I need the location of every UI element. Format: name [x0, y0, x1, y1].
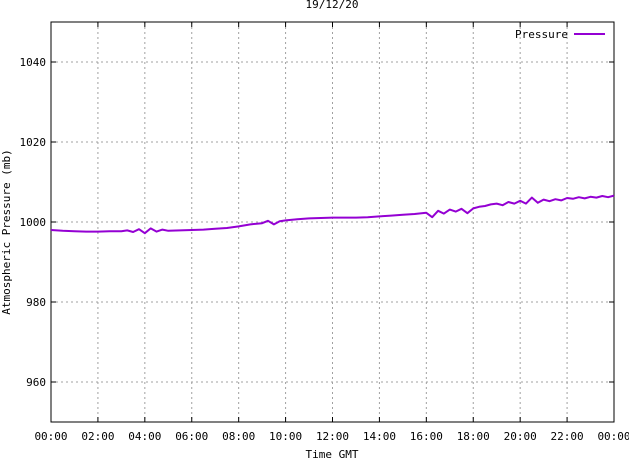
x-tick-label: 06:00	[175, 430, 208, 443]
legend-label: Pressure	[515, 28, 568, 41]
y-tick-label: 980	[26, 296, 46, 309]
x-axis-label: Time GMT	[306, 448, 359, 459]
x-tick-label: 22:00	[551, 430, 584, 443]
x-tick-label: 20:00	[504, 430, 537, 443]
y-axis-label: Atmospheric Pressure (mb)	[0, 149, 13, 315]
x-tick-label: 18:00	[457, 430, 490, 443]
chart-title: 19/12/20	[306, 0, 359, 11]
x-tick-label: 14:00	[363, 430, 396, 443]
pressure-chart: 00:00 02:00 04:00 06:00 08:00 10:00 12:00 14:00…	[0, 0, 629, 459]
x-tick-label: 12:00	[316, 430, 349, 443]
x-tick-label: 16:00	[410, 430, 443, 443]
x-tick-label: 02:00	[81, 430, 114, 443]
x-tick-label: 00:00	[34, 430, 67, 443]
y-tick-label: 1000	[20, 216, 47, 229]
x-tick-label: 08:00	[222, 430, 255, 443]
x-tick-label: 10:00	[269, 430, 302, 443]
y-tick-label: 960	[26, 376, 46, 389]
y-tick-label: 1040	[20, 56, 47, 69]
x-tick-label: 04:00	[128, 430, 161, 443]
y-tick-label: 1020	[20, 136, 47, 149]
x-tick-label: 00:00	[597, 430, 629, 443]
